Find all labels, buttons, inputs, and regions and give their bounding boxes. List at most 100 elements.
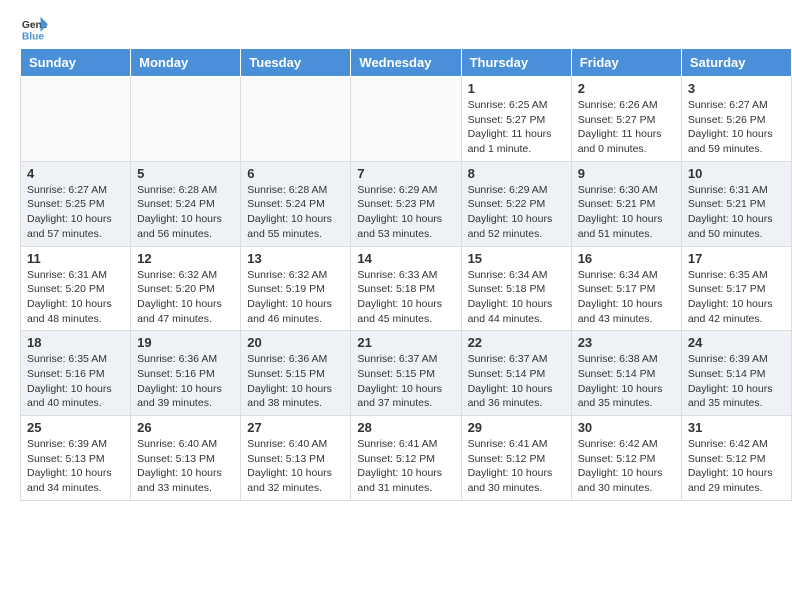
- day-info: Sunrise: 6:35 AMSunset: 5:16 PMDaylight:…: [27, 352, 124, 411]
- weekday-header-wednesday: Wednesday: [351, 49, 461, 77]
- day-number: 27: [247, 420, 344, 435]
- day-number: 31: [688, 420, 785, 435]
- calendar-cell: 21Sunrise: 6:37 AMSunset: 5:15 PMDayligh…: [351, 331, 461, 416]
- day-number: 20: [247, 335, 344, 350]
- day-number: 28: [357, 420, 454, 435]
- weekday-header-sunday: Sunday: [21, 49, 131, 77]
- day-number: 23: [578, 335, 675, 350]
- calendar-week-row: 4Sunrise: 6:27 AMSunset: 5:25 PMDaylight…: [21, 161, 792, 246]
- day-info: Sunrise: 6:37 AMSunset: 5:15 PMDaylight:…: [357, 352, 454, 411]
- day-info: Sunrise: 6:25 AMSunset: 5:27 PMDaylight:…: [468, 98, 565, 157]
- calendar-cell: 6 Sunrise: 6:28 AMSunset: 5:24 PMDaylight…: [241, 161, 351, 246]
- day-info: Sunrise: 6:28 AMSunset: 5:24 PMDaylight:…: [137, 183, 234, 242]
- calendar-cell: 22 Sunrise: 6:37 AMSunset: 5:14 PMDayligh…: [461, 331, 571, 416]
- day-number: 10: [688, 166, 785, 181]
- day-number: 15: [468, 251, 565, 266]
- day-info: Sunrise: 6:27 AMSunset: 5:25 PMDaylight:…: [27, 183, 124, 242]
- calendar-cell: 26 Sunrise: 6:40 AMSunset: 5:13 PMDayligh…: [131, 416, 241, 501]
- day-info: Sunrise: 6:30 AMSunset: 5:21 PMDaylight:…: [578, 183, 675, 242]
- calendar-cell: 28 Sunrise: 6:41 AMSunset: 5:12 PMDayligh…: [351, 416, 461, 501]
- calendar-cell: 5 Sunrise: 6:28 AMSunset: 5:24 PMDaylight…: [131, 161, 241, 246]
- day-info: Sunrise: 6:39 AMSunset: 5:14 PMDaylight:…: [688, 352, 785, 411]
- day-number: 18: [27, 335, 124, 350]
- weekday-header-thursday: Thursday: [461, 49, 571, 77]
- day-info: Sunrise: 6:42 AMSunset: 5:12 PMDaylight:…: [578, 437, 675, 496]
- day-info: Sunrise: 6:29 AMSunset: 5:22 PMDaylight:…: [468, 183, 565, 242]
- calendar-body: 1Sunrise: 6:25 AMSunset: 5:27 PMDaylight…: [21, 77, 792, 501]
- day-number: 11: [27, 251, 124, 266]
- day-info: Sunrise: 6:40 AMSunset: 5:13 PMDaylight:…: [137, 437, 234, 496]
- day-number: 12: [137, 251, 234, 266]
- day-info: Sunrise: 6:34 AMSunset: 5:18 PMDaylight:…: [468, 268, 565, 327]
- day-info: Sunrise: 6:27 AMSunset: 5:26 PMDaylight:…: [688, 98, 785, 157]
- calendar-cell: 20 Sunrise: 6:36 AMSunset: 5:15 PMDayligh…: [241, 331, 351, 416]
- calendar-cell: 23 Sunrise: 6:38 AMSunset: 5:14 PMDayligh…: [571, 331, 681, 416]
- calendar-header: SundayMondayTuesdayWednesdayThursdayFrid…: [21, 49, 792, 77]
- day-number: 7: [357, 166, 454, 181]
- day-number: 13: [247, 251, 344, 266]
- calendar-cell: 19Sunrise: 6:36 AMSunset: 5:16 PMDayligh…: [131, 331, 241, 416]
- day-info: Sunrise: 6:33 AMSunset: 5:18 PMDaylight:…: [357, 268, 454, 327]
- calendar-cell: 1Sunrise: 6:25 AMSunset: 5:27 PMDaylight…: [461, 77, 571, 162]
- calendar-cell: 31 Sunrise: 6:42 AMSunset: 5:12 PMDayligh…: [681, 416, 791, 501]
- day-info: Sunrise: 6:42 AMSunset: 5:12 PMDaylight:…: [688, 437, 785, 496]
- day-info: Sunrise: 6:29 AMSunset: 5:23 PMDaylight:…: [357, 183, 454, 242]
- logo-icon: General Blue: [20, 15, 48, 43]
- day-number: 30: [578, 420, 675, 435]
- calendar-cell: 4Sunrise: 6:27 AMSunset: 5:25 PMDaylight…: [21, 161, 131, 246]
- calendar-cell: [21, 77, 131, 162]
- calendar-cell: 7 Sunrise: 6:29 AMSunset: 5:23 PMDaylight…: [351, 161, 461, 246]
- day-number: 2: [578, 81, 675, 96]
- calendar-cell: 16Sunrise: 6:34 AMSunset: 5:17 PMDayligh…: [571, 246, 681, 331]
- page-container: General Blue SundayMondayTuesdayWednesda…: [0, 0, 792, 511]
- calendar-cell: 3 Sunrise: 6:27 AMSunset: 5:26 PMDaylight…: [681, 77, 791, 162]
- calendar-cell: 29 Sunrise: 6:41 AMSunset: 5:12 PMDayligh…: [461, 416, 571, 501]
- day-info: Sunrise: 6:31 AMSunset: 5:21 PMDaylight:…: [688, 183, 785, 242]
- day-info: Sunrise: 6:28 AMSunset: 5:24 PMDaylight:…: [247, 183, 344, 242]
- day-info: Sunrise: 6:31 AMSunset: 5:20 PMDaylight:…: [27, 268, 124, 327]
- day-number: 24: [688, 335, 785, 350]
- svg-text:Blue: Blue: [22, 31, 45, 42]
- weekday-header-saturday: Saturday: [681, 49, 791, 77]
- day-number: 6: [247, 166, 344, 181]
- day-info: Sunrise: 6:40 AMSunset: 5:13 PMDaylight:…: [247, 437, 344, 496]
- calendar-cell: 15 Sunrise: 6:34 AMSunset: 5:18 PMDayligh…: [461, 246, 571, 331]
- day-number: 25: [27, 420, 124, 435]
- weekday-header-row: SundayMondayTuesdayWednesdayThursdayFrid…: [21, 49, 792, 77]
- calendar-cell: 17 Sunrise: 6:35 AMSunset: 5:17 PMDayligh…: [681, 246, 791, 331]
- day-number: 29: [468, 420, 565, 435]
- calendar-cell: 18 Sunrise: 6:35 AMSunset: 5:16 PMDayligh…: [21, 331, 131, 416]
- calendar-cell: 27 Sunrise: 6:40 AMSunset: 5:13 PMDayligh…: [241, 416, 351, 501]
- day-number: 14: [357, 251, 454, 266]
- calendar-cell: 25 Sunrise: 6:39 AMSunset: 5:13 PMDayligh…: [21, 416, 131, 501]
- header: General Blue: [0, 0, 792, 48]
- logo: General Blue: [20, 15, 48, 43]
- day-info: Sunrise: 6:38 AMSunset: 5:14 PMDaylight:…: [578, 352, 675, 411]
- day-info: Sunrise: 6:41 AMSunset: 5:12 PMDaylight:…: [468, 437, 565, 496]
- day-info: Sunrise: 6:32 AMSunset: 5:20 PMDaylight:…: [137, 268, 234, 327]
- calendar-cell: [131, 77, 241, 162]
- day-number: 22: [468, 335, 565, 350]
- calendar-cell: 2Sunrise: 6:26 AMSunset: 5:27 PMDaylight…: [571, 77, 681, 162]
- day-info: Sunrise: 6:41 AMSunset: 5:12 PMDaylight:…: [357, 437, 454, 496]
- calendar-week-row: 18 Sunrise: 6:35 AMSunset: 5:16 PMDayligh…: [21, 331, 792, 416]
- calendar-cell: 14 Sunrise: 6:33 AMSunset: 5:18 PMDayligh…: [351, 246, 461, 331]
- calendar-week-row: 25 Sunrise: 6:39 AMSunset: 5:13 PMDayligh…: [21, 416, 792, 501]
- calendar-cell: 24 Sunrise: 6:39 AMSunset: 5:14 PMDayligh…: [681, 331, 791, 416]
- day-number: 5: [137, 166, 234, 181]
- calendar-cell: [351, 77, 461, 162]
- calendar-table: SundayMondayTuesdayWednesdayThursdayFrid…: [20, 48, 792, 501]
- weekday-header-monday: Monday: [131, 49, 241, 77]
- day-number: 9: [578, 166, 675, 181]
- calendar-cell: 9 Sunrise: 6:30 AMSunset: 5:21 PMDaylight…: [571, 161, 681, 246]
- weekday-header-tuesday: Tuesday: [241, 49, 351, 77]
- calendar-wrapper: SundayMondayTuesdayWednesdayThursdayFrid…: [0, 48, 792, 511]
- day-info: Sunrise: 6:35 AMSunset: 5:17 PMDaylight:…: [688, 268, 785, 327]
- day-info: Sunrise: 6:36 AMSunset: 5:15 PMDaylight:…: [247, 352, 344, 411]
- calendar-cell: [241, 77, 351, 162]
- day-number: 26: [137, 420, 234, 435]
- day-info: Sunrise: 6:37 AMSunset: 5:14 PMDaylight:…: [468, 352, 565, 411]
- day-info: Sunrise: 6:39 AMSunset: 5:13 PMDaylight:…: [27, 437, 124, 496]
- day-number: 17: [688, 251, 785, 266]
- day-number: 3: [688, 81, 785, 96]
